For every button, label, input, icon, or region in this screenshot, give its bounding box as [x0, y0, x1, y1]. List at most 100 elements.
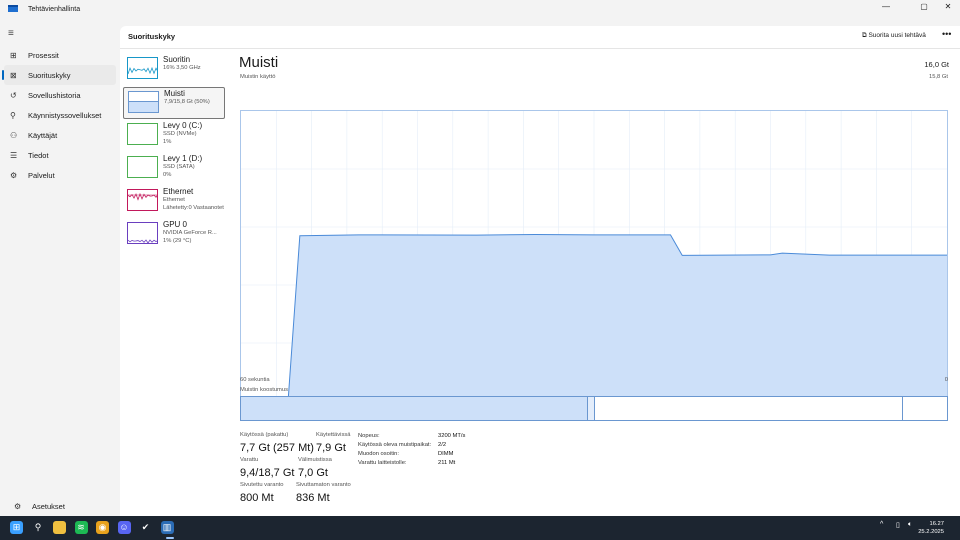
device-subtitle: 16% 3,50 GHz — [163, 65, 201, 71]
title-bar: Tehtävienhallinta — ▢ ✕ — [0, 0, 960, 18]
time-right-label: 0 — [944, 377, 948, 383]
composition-modified[interactable] — [587, 397, 595, 420]
composition-label: Muistin koostumus — [240, 387, 289, 393]
sidebar-item-suorituskyky[interactable]: ⊠ Suorituskyky — [2, 65, 116, 85]
device-value: Lähetetty:0 Vastaanotet — [163, 205, 224, 211]
device-item[interactable]: GPU 0 NVIDIA GeForce R... 1% (29 °C) — [123, 219, 225, 251]
chrome-icon[interactable]: ◉ — [96, 521, 109, 534]
composition-free[interactable] — [902, 397, 947, 420]
stat-value: 7,7 Gt (257 Mt) — [240, 442, 314, 454]
sidebar-item-palvelut[interactable]: ⚙ Palvelut — [4, 165, 116, 185]
discord-icon[interactable]: ☺ — [117, 521, 131, 534]
sidebar-item-label: Tiedot — [28, 150, 49, 160]
stat-label: Käytettävissä — [316, 432, 351, 438]
divider — [120, 48, 960, 49]
sidebar-item-label: Käyttäjät — [28, 130, 58, 140]
clock[interactable]: 16.27 25.2.2025 — [918, 520, 944, 536]
page-title: Suorituskyky — [128, 32, 176, 41]
sidebar-item-settings[interactable]: ⚙ Asetukset — [8, 496, 120, 516]
performance-icon: ⊠ — [10, 70, 17, 80]
device-value: 1% (29 °C) — [163, 238, 192, 244]
volume-icon[interactable]: 🔈︎ — [908, 521, 912, 529]
search-icon[interactable]: ⚲ — [32, 521, 45, 534]
usage-label: Muistin käyttö — [240, 74, 276, 80]
details-icon: ☰ — [10, 150, 18, 160]
composition-in-use[interactable] — [241, 397, 588, 420]
network-icon[interactable]: ▯ — [896, 521, 900, 529]
active-app-indicator — [166, 537, 174, 539]
more-options-button[interactable]: ••• — [942, 29, 951, 39]
device-thumbnail-graph — [128, 91, 159, 113]
device-item[interactable]: Ethernet Ethernet Lähetetty:0 Vastaanote… — [123, 186, 225, 218]
stat-value: 836 Mt — [296, 492, 330, 504]
sidebar-item-prosessit[interactable]: ⊞ Prosessit — [4, 45, 116, 65]
device-name: Levy 1 (D:) — [163, 154, 203, 163]
stat-value: 9,4/18,7 Gt — [240, 467, 295, 479]
start-icon[interactable]: ⊞ — [10, 521, 23, 534]
stat-value: 7,0 Gt — [298, 467, 328, 479]
users-icon: ⚇ — [10, 130, 18, 140]
device-subtitle: SSD (SATA) — [163, 164, 195, 170]
task-manager-icon[interactable]: ▥ — [160, 521, 174, 534]
menu-icon[interactable]: ≡ — [8, 28, 14, 39]
stat-label: Välimuistissa — [298, 457, 332, 463]
time: 16.27 — [929, 521, 944, 527]
device-subtitle: 7,9/15,8 Gt (50%) — [164, 99, 210, 105]
stat-value: 7,9 Gt — [316, 442, 346, 454]
memory-title: Muisti — [239, 54, 279, 71]
sidebar-item-sovellushistoria[interactable]: ↺ Sovellushistoria — [4, 85, 116, 105]
close-button[interactable]: ✕ — [938, 2, 958, 11]
device-name: Levy 0 (C:) — [163, 121, 203, 130]
file-explorer-icon[interactable] — [53, 521, 66, 534]
device-list: Suoritin 16% 3,50 GHz Muisti 7,9/15,8 Gt… — [120, 54, 228, 252]
device-thumbnail-graph — [127, 222, 158, 244]
device-item[interactable]: Levy 1 (D:) SSD (SATA) 0% — [123, 153, 225, 185]
startup-icon: ⚲ — [10, 110, 16, 120]
device-value: 1% — [163, 139, 172, 145]
minimize-button[interactable]: — — [876, 2, 896, 11]
usage-max-label: 15,8 Gt — [928, 74, 948, 80]
device-item[interactable]: Muisti 7,9/15,8 Gt (50%) — [123, 87, 225, 119]
stat-label: Sivuttamaton varanto — [296, 482, 351, 488]
processes-icon: ⊞ — [10, 50, 17, 60]
memory-composition-bar[interactable] — [240, 396, 948, 421]
sidebar-item-käyttäjät[interactable]: ⚇ Käyttäjät — [4, 125, 116, 145]
device-thumbnail-graph — [127, 57, 158, 79]
memory-total: 16,0 Gt — [924, 60, 949, 69]
property-value: 211 Mt — [438, 460, 456, 466]
property-label: Varattu laitteistolle: — [358, 460, 407, 466]
sidebar-item-label: Asetukset — [32, 501, 65, 511]
run-new-task-button[interactable]: ⧉ Suorita uusi tehtävä — [862, 32, 926, 40]
property-label: Muodon osoitin: — [358, 451, 399, 457]
device-value: 0% — [163, 172, 172, 178]
app-logo-icon — [8, 5, 18, 12]
spotify-icon[interactable]: ≋ — [74, 521, 88, 534]
device-subtitle: Ethernet — [163, 197, 185, 203]
sidebar-item-label: Palvelut — [28, 170, 55, 180]
stat-label: Sivutettu varanto — [240, 482, 284, 488]
sidebar-item-käynnistyssovellukset[interactable]: ⚲ Käynnistyssovellukset — [4, 105, 116, 125]
property-value: 2/2 — [438, 442, 447, 448]
date: 25.2.2025 — [918, 529, 944, 535]
device-thumbnail-graph — [127, 156, 158, 178]
sidebar-item-tiedot[interactable]: ☰ Tiedot — [4, 145, 116, 165]
sidebar: ⊞ Prosessit ⊠ Suorituskyky ↺ Sovellushistoria… — [0, 45, 120, 185]
device-thumbnail-graph — [127, 189, 158, 211]
device-name: Muisti — [164, 89, 185, 98]
time-left-label: 60 sekuntia — [240, 377, 270, 383]
device-subtitle: SSD (NVMe) — [163, 131, 197, 137]
device-item[interactable]: Suoritin 16% 3,50 GHz — [123, 54, 225, 86]
device-name: GPU 0 — [163, 220, 188, 229]
history-icon: ↺ — [10, 90, 17, 100]
tray-chevron-icon[interactable]: ^ — [880, 521, 883, 528]
memory-usage-graph — [240, 110, 948, 402]
steam-icon[interactable]: ✔ — [139, 521, 152, 534]
device-item[interactable]: Levy 0 (C:) SSD (NVMe) 1% — [123, 120, 225, 152]
sidebar-item-label: Käynnistyssovellukset — [28, 110, 102, 120]
maximize-button[interactable]: ▢ — [914, 2, 934, 11]
device-thumbnail-graph — [127, 123, 158, 145]
sidebar-item-label: Suorituskyky — [28, 70, 71, 80]
sidebar-item-label: Prosessit — [28, 50, 59, 60]
composition-standby[interactable] — [594, 397, 903, 420]
usage-area — [241, 234, 947, 401]
